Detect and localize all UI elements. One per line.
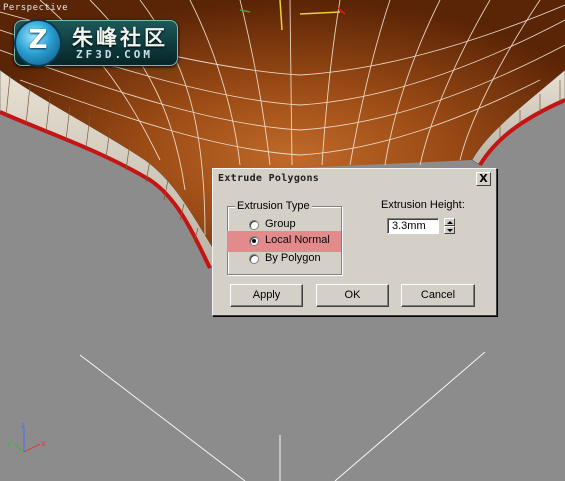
construction-grid bbox=[79, 351, 486, 481]
axis-y-label: y bbox=[7, 439, 12, 448]
radio-label-local-normal[interactable]: Local Normal bbox=[265, 234, 330, 246]
logo-badge-letter: Z bbox=[28, 25, 48, 55]
logo-badge: Z bbox=[16, 21, 60, 65]
spinner-up-icon[interactable] bbox=[444, 218, 455, 226]
dialog-titlebar[interactable]: Extrude Polygons X bbox=[215, 171, 494, 188]
apply-button[interactable]: Apply bbox=[230, 284, 303, 307]
axis-tripod: x z y bbox=[4, 422, 54, 462]
extrusion-height-input[interactable]: 3.3mm bbox=[387, 218, 439, 234]
extrusion-height-spinner[interactable] bbox=[444, 218, 455, 234]
extrusion-type-heading: Extrusion Type bbox=[235, 200, 312, 212]
radio-label-group[interactable]: Group bbox=[265, 218, 296, 230]
extrude-polygons-dialog: Extrude Polygons X Extrusion Type Group … bbox=[212, 168, 497, 316]
radio-button-local-normal[interactable] bbox=[249, 236, 259, 246]
axis-x-label: x bbox=[41, 439, 46, 448]
viewport-label[interactable]: Perspective bbox=[3, 3, 68, 13]
radio-button-by-polygon[interactable] bbox=[249, 254, 259, 264]
ok-button[interactable]: OK bbox=[316, 284, 389, 307]
logo-domain-text: ZF3D.COM bbox=[76, 48, 153, 61]
spinner-down-icon[interactable] bbox=[444, 226, 455, 234]
radio-button-group[interactable] bbox=[249, 220, 259, 230]
close-button[interactable]: X bbox=[476, 172, 491, 186]
dialog-title: Extrude Polygons bbox=[218, 173, 320, 184]
extrusion-height-label: Extrusion Height: bbox=[381, 199, 465, 211]
radio-label-by-polygon[interactable]: By Polygon bbox=[265, 252, 321, 264]
zf3d-logo: Z 朱峰社区 ZF3D.COM bbox=[14, 20, 178, 66]
radio-by-polygon[interactable]: By Polygon bbox=[227, 249, 341, 270]
cancel-button[interactable]: Cancel bbox=[401, 284, 475, 307]
axis-z-label: z bbox=[21, 422, 25, 430]
axis-tripod-icon: x z y bbox=[7, 422, 46, 453]
close-icon: X bbox=[479, 172, 488, 185]
